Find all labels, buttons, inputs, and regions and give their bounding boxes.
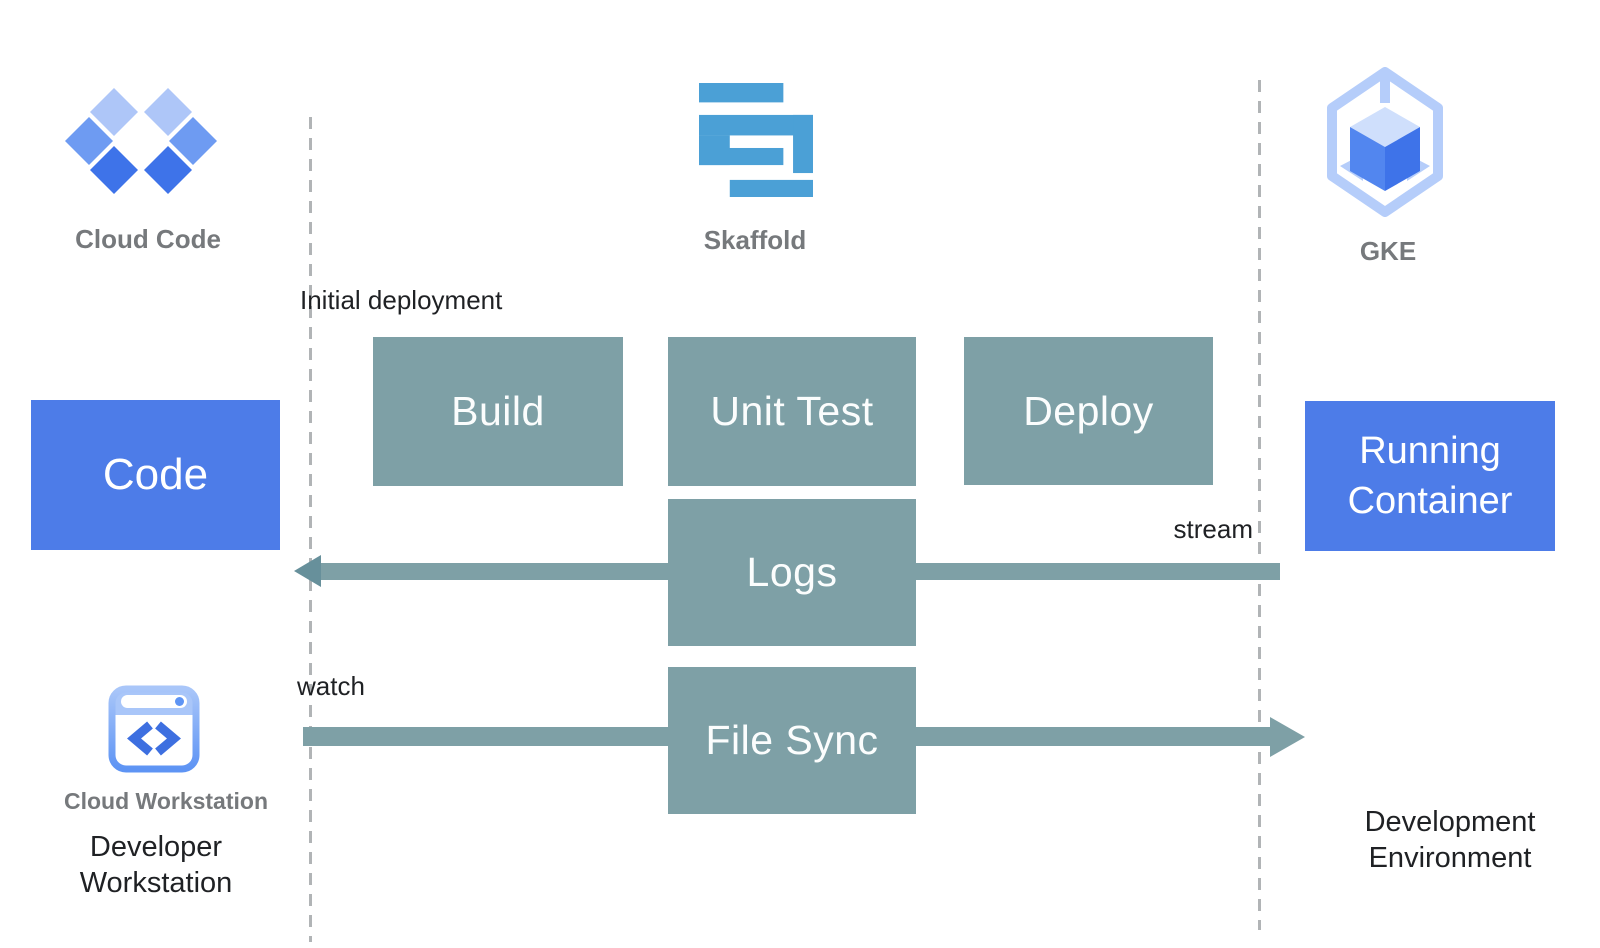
build-box: Build	[373, 337, 623, 486]
gke-label: GKE	[1288, 236, 1488, 267]
gke-icon	[1323, 67, 1447, 217]
file-sync-box: File Sync	[668, 667, 916, 814]
stream-arrowhead	[294, 555, 321, 587]
running-container-box: Running Container	[1305, 401, 1555, 551]
watch-arrowhead	[1270, 717, 1305, 757]
skaffold-label: Skaffold	[655, 225, 855, 256]
logs-box: Logs	[668, 499, 916, 646]
initial-deployment-label: Initial deployment	[300, 285, 502, 316]
unit-test-box: Unit Test	[668, 337, 916, 486]
cloud-code-icon	[65, 88, 217, 194]
lane-divider-left	[309, 117, 312, 942]
skaffold-icon	[699, 83, 813, 197]
cloud-workstation-label: Cloud Workstation	[41, 788, 291, 815]
stream-label: stream	[1050, 514, 1253, 545]
diagram-canvas: Cloud Code Skaffold GKE Initial deployme…	[0, 0, 1600, 948]
lane-divider-right	[1258, 80, 1261, 930]
deploy-box: Deploy	[964, 337, 1213, 485]
watch-label: watch	[297, 671, 365, 702]
code-box: Code	[31, 400, 280, 550]
cloud-code-label: Cloud Code	[48, 224, 248, 255]
cloud-workstation-icon	[108, 685, 200, 773]
development-environment-label: Development Environment	[1325, 804, 1575, 876]
developer-workstation-label: Developer Workstation	[31, 829, 281, 901]
